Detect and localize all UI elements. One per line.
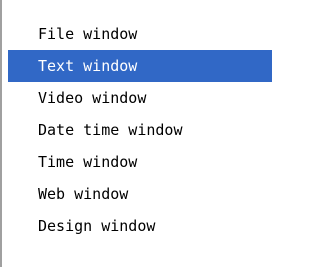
menu-item-label: Date time window [38, 121, 183, 139]
menu-item-label: Design window [38, 217, 156, 235]
menu-item-label: File window [38, 25, 138, 43]
menu-item-design-window[interactable]: Design window [8, 210, 272, 242]
menu-item-text-window[interactable]: Text window [8, 50, 272, 82]
menu-item-label: Video window [38, 89, 147, 107]
menu-item-web-window[interactable]: Web window [8, 178, 272, 210]
menu-item-label: Web window [38, 185, 129, 203]
menu-item-time-window[interactable]: Time window [8, 146, 272, 178]
menu-item-date-time-window[interactable]: Date time window [8, 114, 272, 146]
menu-item-video-window[interactable]: Video window [8, 82, 272, 114]
menu-item-file-window[interactable]: File window [8, 18, 272, 50]
menu-list: File window Text window Video window Dat… [0, 18, 272, 242]
menu-item-label: Text window [38, 57, 138, 75]
context-menu: File window Text window Video window Dat… [0, 0, 283, 267]
menu-item-label: Time window [38, 153, 138, 171]
